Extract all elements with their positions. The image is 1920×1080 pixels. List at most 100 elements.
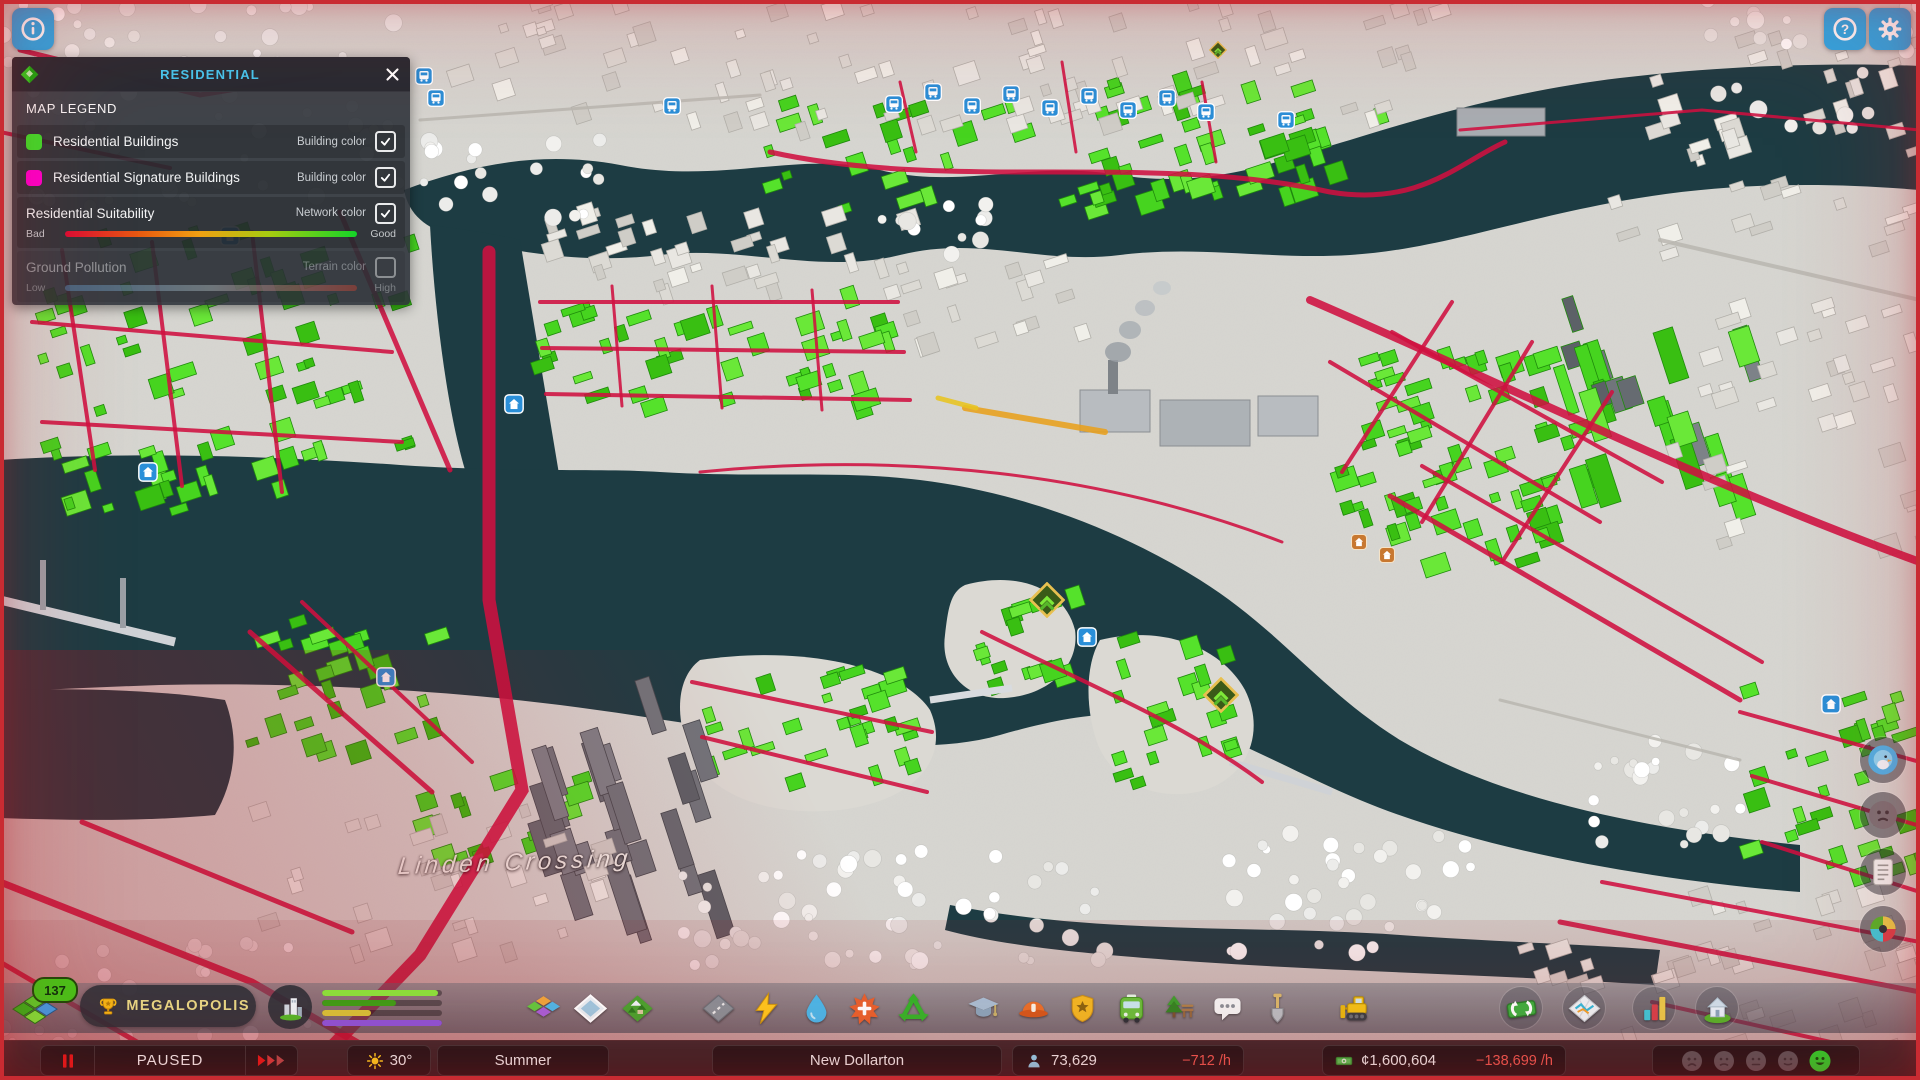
map-marker-residential-service[interactable] [1821,694,1841,714]
bar-chart-icon [1638,992,1671,1025]
settings-button[interactable] [1869,8,1911,50]
map-marker-transit-stop[interactable] [1196,102,1216,122]
toolbar-terraforming-button[interactable] [616,987,658,1029]
chirper-bird-icon [1867,744,1899,776]
money-widget[interactable]: ¢1,600,604 −138,699 /h [1322,1045,1566,1076]
toolbar-infoviews-button[interactable] [1563,987,1605,1029]
pause-button[interactable] [41,1046,95,1075]
milestone-name-button[interactable]: MEGALOPOLIS [80,985,256,1027]
toolbar-areas-button[interactable] [569,987,611,1029]
map-marker-residential-service[interactable] [138,462,158,482]
help-button[interactable] [1824,8,1866,50]
progress-bar-2 [322,1000,397,1006]
residential-zone-icon [12,64,46,85]
building-color-checkbox[interactable] [375,131,396,152]
map-marker-transit-stop[interactable] [1040,98,1060,118]
chirper-button[interactable] [1860,737,1906,783]
map-marker-transit-stop[interactable] [924,82,942,102]
map-legend-heading: MAP LEGEND [26,101,118,116]
city-name-widget[interactable]: New Dollarton [712,1045,1002,1076]
toolbar-zoning-button[interactable] [522,987,564,1029]
map-marker-transit-stop[interactable] [414,66,434,86]
map-marker-transit-stop[interactable] [663,96,681,116]
toolbar-parks-button[interactable] [1158,987,1200,1029]
toolbar-education-button[interactable] [962,987,1004,1029]
toolbar-economy-button[interactable] [1500,987,1542,1029]
legend-row-signature-buildings: Residential Signature Buildings Building… [17,161,405,194]
close-panel-button[interactable] [374,57,410,91]
roads-icon [702,992,735,1025]
map-marker-transit-stop[interactable] [1157,88,1177,108]
population-value: 73,629 [1051,1052,1097,1069]
panel-header: RESIDENTIAL [12,57,410,92]
temperature-widget[interactable]: 30° [347,1045,431,1076]
simulation-state: PAUSED [136,1052,204,1069]
toolbar-healthcare-button[interactable] [843,987,885,1029]
toolbar-landscaping-button[interactable] [1256,987,1298,1029]
temperature-value: 30° [389,1052,413,1069]
shovel-icon [1261,992,1294,1025]
happiness-widget[interactable] [1652,1045,1860,1076]
toolbar-garbage-button[interactable] [892,987,934,1029]
magenta-swatch [26,169,42,186]
city-name: New Dollarton [809,1052,905,1069]
toolbar-bulldozer-button[interactable] [1333,987,1375,1029]
population-rate: −712 /h [1182,1052,1231,1069]
city-development-icon [268,985,312,1029]
toolbar-police-button[interactable] [1061,987,1103,1029]
map-marker-transit-stop[interactable] [1118,100,1138,120]
healthcare-icon [848,992,881,1025]
map-marker-transit-stop[interactable] [885,94,903,114]
areas-icon [574,992,607,1025]
progress-bar-3 [322,1010,372,1016]
parks-icon [1163,992,1196,1025]
map-marker-residential-service[interactable] [1077,627,1097,647]
map-marker-transit-stop[interactable] [963,96,981,116]
map-marker-residential-service[interactable] [376,667,396,687]
city-statistics-button[interactable] [1860,906,1906,952]
police-shield-icon [1066,992,1099,1025]
map-marker-residential-service[interactable] [504,394,524,414]
gradient-max-label: High [374,282,396,294]
happiness-face-happy [1809,1050,1831,1071]
citizen-moods-button[interactable] [1860,792,1906,838]
toolbar-communications-button[interactable] [1206,987,1248,1029]
toolbar-transportation-button[interactable] [1110,987,1152,1029]
money-icon [1335,1052,1353,1070]
green-swatch [26,133,42,150]
legend-row-label: Residential Buildings [53,134,179,149]
speech-bubble-icon [1211,992,1244,1025]
map-marker-housing-demand[interactable] [1350,533,1368,551]
journal-icon [1867,856,1899,888]
legend-suitability-block: Residential Suitability Network color Ba… [17,197,405,248]
map-marker-transit-stop[interactable] [426,88,446,108]
map-marker-transit-stop[interactable] [1002,84,1020,104]
home-icon [1701,992,1734,1025]
toolbar-roads-button[interactable] [697,987,739,1029]
city-development-panel[interactable] [268,983,468,1033]
building-color-checkbox[interactable] [375,167,396,188]
help-icon [1832,16,1858,42]
network-color-checkbox[interactable] [375,202,396,224]
map-marker-transit-stop[interactable] [1276,110,1296,129]
info-views-button[interactable] [12,8,54,50]
panel-title: RESIDENTIAL [160,66,260,82]
toolbar-progression-button[interactable] [1696,987,1738,1029]
toolbar-statistics-button[interactable] [1633,987,1675,1029]
population-widget[interactable]: 73,629 −712 /h [1012,1045,1244,1076]
suitability-label: Residential Suitability [26,205,155,221]
toolbar-electricity-button[interactable] [745,987,787,1029]
terrain-color-checkbox[interactable] [375,256,396,278]
journal-button[interactable] [1860,849,1906,895]
toolbar-fire-rescue-button[interactable] [1012,987,1054,1029]
toolbar-water-button[interactable] [795,987,837,1029]
status-bar: PAUSED 30° Summer New Dollarton 73,629 −… [0,1040,1920,1080]
season-widget[interactable]: Summer [437,1045,609,1076]
bus-icon [1115,992,1148,1025]
map-marker-transit-stop[interactable] [1079,86,1099,106]
milestone-button[interactable]: 137 [10,977,78,1035]
map-marker-housing-demand[interactable] [1378,546,1396,564]
fast-forward-icon [256,1053,288,1068]
speed-button[interactable] [245,1046,297,1075]
zoning-icon [527,992,560,1025]
